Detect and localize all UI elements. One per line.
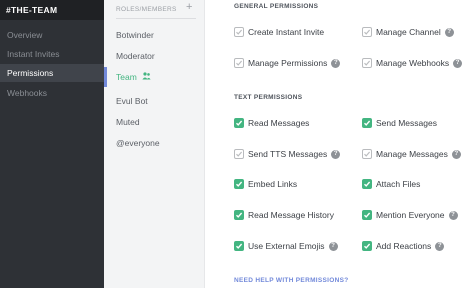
active-role-indicator — [104, 67, 107, 87]
checkbox[interactable] — [362, 58, 372, 68]
help-icon[interactable]: ? — [435, 241, 445, 251]
perm-label: Manage Webhooks — [376, 58, 450, 68]
perm-add-reactions[interactable]: Add Reactions ? — [362, 240, 445, 252]
perm-use-external-emojis[interactable]: Use External Emojis ? — [234, 240, 338, 252]
role-item-evul-bot[interactable]: Evul Bot — [116, 96, 148, 106]
nav-item-permissions[interactable]: Permissions — [0, 64, 104, 82]
roles-header: ROLES/MEMBERS — [116, 6, 177, 13]
perm-manage-permissions[interactable]: Manage Permissions ? — [234, 57, 341, 69]
help-icon[interactable]: ? — [331, 58, 341, 68]
help-icon[interactable]: ? — [444, 27, 454, 37]
perm-label: Use External Emojis — [248, 241, 325, 251]
perm-label: Manage Permissions — [248, 58, 328, 68]
perm-label: Manage Channel — [376, 27, 441, 37]
perm-manage-webhooks[interactable]: Manage Webhooks ? — [362, 57, 463, 69]
perm-send-tts-messages[interactable]: Send TTS Messages ? — [234, 148, 341, 160]
checkbox[interactable] — [234, 149, 244, 159]
perm-mention-everyone[interactable]: Mention Everyone ? — [362, 209, 458, 221]
checkbox[interactable] — [234, 179, 244, 189]
perm-send-messages[interactable]: Send Messages — [362, 117, 437, 129]
perm-label: Attach Files — [376, 179, 421, 189]
perm-label: Add Reactions — [376, 241, 432, 251]
role-item-everyone[interactable]: @everyone — [116, 138, 160, 148]
perm-read-messages[interactable]: Read Messages — [234, 117, 309, 129]
perm-label: Create Instant Invite — [248, 27, 325, 37]
perm-manage-messages[interactable]: Manage Messages ? — [362, 148, 461, 160]
perm-label: Mention Everyone — [376, 210, 445, 220]
perm-label: Manage Messages — [376, 149, 448, 159]
checkbox[interactable] — [234, 27, 244, 37]
help-icon[interactable]: ? — [331, 149, 341, 159]
server-name: #THE-TEAM — [0, 0, 104, 20]
nav-item-instant-invites[interactable]: Instant Invites — [0, 45, 104, 63]
checkbox[interactable] — [362, 179, 372, 189]
add-role-button[interactable]: + — [186, 1, 192, 13]
checkbox[interactable] — [234, 58, 244, 68]
checkbox[interactable] — [234, 210, 244, 220]
permissions-help-link[interactable]: NEED HELP WITH PERMISSIONS? — [234, 277, 349, 284]
perm-label: Read Message History — [248, 210, 334, 220]
text-permissions-title: TEXT PERMISSIONS — [234, 94, 303, 101]
roles-panel: ROLES/MEMBERS + Botwinder Moderator Team… — [104, 0, 205, 288]
people-icon — [140, 72, 151, 82]
role-item-label: Team — [116, 72, 137, 82]
help-icon[interactable]: ? — [453, 58, 463, 68]
help-icon[interactable]: ? — [448, 210, 458, 220]
help-icon[interactable]: ? — [328, 241, 338, 251]
checkbox[interactable] — [362, 210, 372, 220]
role-item-botwinder[interactable]: Botwinder — [116, 30, 154, 40]
checkbox[interactable] — [362, 27, 372, 37]
nav-item-overview[interactable]: Overview — [0, 26, 104, 44]
role-item-moderator[interactable]: Moderator — [116, 51, 155, 61]
checkbox[interactable] — [362, 241, 372, 251]
perm-embed-links[interactable]: Embed Links — [234, 178, 297, 190]
perm-manage-channel[interactable]: Manage Channel ? — [362, 26, 454, 38]
checkbox[interactable] — [234, 241, 244, 251]
general-permissions-title: GENERAL PERMISSIONS — [234, 3, 319, 10]
settings-sidebar: #THE-TEAM Overview Instant Invites Permi… — [0, 0, 104, 288]
perm-attach-files[interactable]: Attach Files — [362, 178, 420, 190]
help-icon[interactable]: ? — [451, 149, 461, 159]
perm-label: Embed Links — [248, 179, 298, 189]
nav-item-webhooks[interactable]: Webhooks — [0, 84, 104, 102]
checkbox[interactable] — [362, 149, 372, 159]
divider — [116, 18, 196, 19]
perm-read-message-history[interactable]: Read Message History — [234, 209, 334, 221]
perm-label: Send Messages — [376, 118, 437, 128]
perm-create-instant-invite[interactable]: Create Instant Invite — [234, 26, 324, 38]
perm-label: Send TTS Messages — [248, 149, 328, 159]
role-item-muted[interactable]: Muted — [116, 117, 140, 127]
perm-label: Read Messages — [248, 118, 310, 128]
checkbox[interactable] — [362, 118, 372, 128]
checkbox[interactable] — [234, 118, 244, 128]
role-item-team[interactable]: Team — [116, 72, 151, 82]
